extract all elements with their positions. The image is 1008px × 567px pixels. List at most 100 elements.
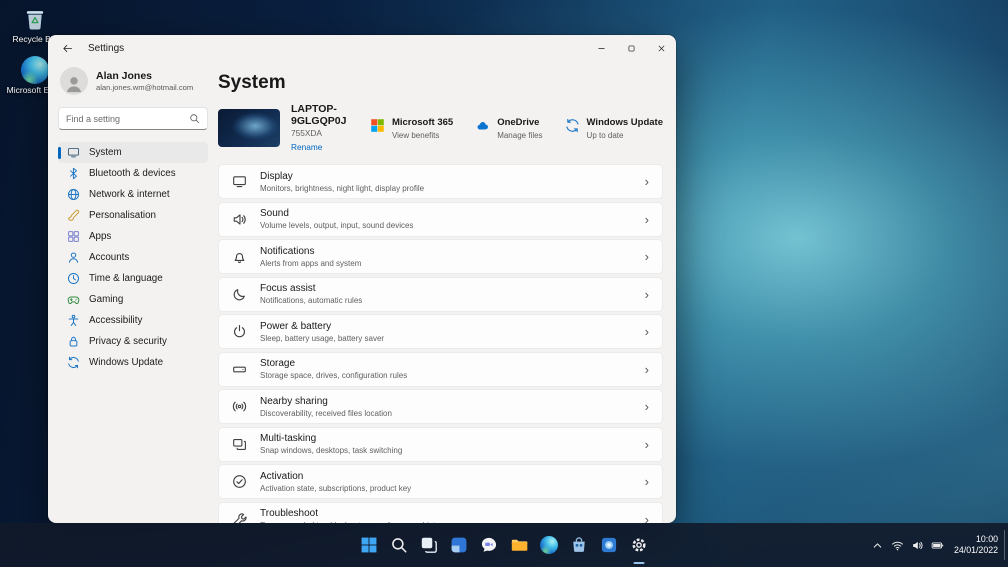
settings-row-title: Nearby sharing	[260, 396, 392, 407]
display-icon	[232, 174, 247, 189]
settings-nav: System Bluetooth & devicesNetwork & inter…	[58, 142, 208, 373]
accessibility-icon	[67, 314, 80, 327]
settings-row-subtitle: Discoverability, received files location	[260, 409, 392, 418]
user-name: Alan Jones	[96, 70, 193, 82]
page-title: System	[218, 73, 663, 92]
taskbar-file-explorer-button[interactable]	[505, 530, 533, 560]
privacy-icon	[67, 335, 80, 348]
apps-icon	[67, 230, 80, 243]
titlebar[interactable]: Settings	[48, 35, 676, 61]
taskbar-task-view-button[interactable]	[415, 530, 443, 560]
settings-row-focus-assist[interactable]: Focus assistNotifications, automatic rul…	[218, 277, 663, 312]
back-button[interactable]	[54, 37, 80, 59]
settings-row-title: Focus assist	[260, 283, 362, 294]
sidebar-item-system[interactable]: System	[58, 142, 208, 163]
taskbar-chat-button[interactable]	[475, 530, 503, 560]
chevron-right-icon: ›	[645, 250, 649, 263]
chevron-right-icon: ›	[645, 438, 649, 451]
gaming-icon	[67, 293, 80, 306]
system-tray[interactable]: 10:00 24/01/2022	[871, 523, 998, 567]
sidebar-item-label: Accounts	[89, 252, 129, 263]
settings-row-title: Troubleshoot	[260, 508, 446, 519]
chevron-up-icon[interactable]	[871, 539, 884, 552]
activation-icon	[232, 474, 247, 489]
taskbar-start-button[interactable]	[355, 530, 383, 560]
sidebar-item-gaming[interactable]: Gaming	[58, 289, 208, 310]
file-explorer-icon	[510, 536, 528, 554]
settings-row-title: Power & battery	[260, 321, 384, 332]
network-icon	[67, 188, 80, 201]
minimize-button[interactable]	[586, 35, 616, 61]
close-button[interactable]	[646, 35, 676, 61]
sidebar: Alan Jones alan.jones.wm@hotmail.com Sys…	[48, 61, 218, 523]
taskbar-search-button[interactable]	[385, 530, 413, 560]
storage-icon	[232, 362, 247, 377]
battery-icon[interactable]	[931, 539, 944, 552]
sidebar-item-label: Apps	[89, 231, 111, 242]
sidebar-item-accessibility[interactable]: Accessibility	[58, 310, 208, 331]
chevron-right-icon: ›	[645, 475, 649, 488]
settings-row-sound[interactable]: SoundVolume levels, output, input, sound…	[218, 202, 663, 237]
tray-date: 24/01/2022	[954, 545, 998, 556]
chevron-right-icon: ›	[645, 513, 649, 524]
power-icon	[232, 324, 247, 339]
device-model: 755XDA	[291, 128, 370, 138]
sidebar-item-bluetooth-devices[interactable]: Bluetooth & devices	[58, 163, 208, 184]
widgets-icon	[450, 536, 468, 554]
sidebar-item-windows-update[interactable]: Windows Update	[58, 352, 208, 373]
sidebar-item-label: System	[89, 147, 122, 158]
sidebar-item-network-internet[interactable]: Network & internet	[58, 184, 208, 205]
settings-row-title: Storage	[260, 358, 407, 369]
personalisation-icon	[67, 209, 80, 222]
tray-time: 10:00	[954, 534, 998, 545]
quick-link-subtitle: View benefits	[392, 131, 453, 140]
photos-icon	[600, 536, 618, 554]
taskbar-store-button[interactable]	[565, 530, 593, 560]
sidebar-item-apps[interactable]: Apps	[58, 226, 208, 247]
window-controls	[586, 35, 676, 61]
user-profile[interactable]: Alan Jones alan.jones.wm@hotmail.com	[58, 67, 208, 95]
taskbar-widgets-button[interactable]	[445, 530, 473, 560]
sidebar-item-label: Accessibility	[89, 315, 142, 326]
settings-window: Settings Alan Jones alan.jones.wm@hotmai…	[48, 35, 676, 523]
settings-row-storage[interactable]: StorageStorage space, drives, configurat…	[218, 352, 663, 387]
sidebar-item-time-language[interactable]: Time & language	[58, 268, 208, 289]
wifi-icon[interactable]	[891, 539, 904, 552]
settings-row-activation[interactable]: ActivationActivation state, subscription…	[218, 464, 663, 499]
settings-row-display[interactable]: DisplayMonitors, brightness, night light…	[218, 164, 663, 199]
notifications-icon	[232, 249, 247, 264]
volume-icon[interactable]	[911, 539, 924, 552]
tray-clock[interactable]: 10:00 24/01/2022	[954, 534, 998, 557]
sidebar-item-label: Time & language	[89, 273, 163, 284]
sidebar-item-accounts[interactable]: Accounts	[58, 247, 208, 268]
taskbar-settings-button[interactable]	[625, 530, 653, 560]
sidebar-item-privacy-security[interactable]: Privacy & security	[58, 331, 208, 352]
search-input[interactable]	[66, 114, 189, 124]
settings-row-notifications[interactable]: NotificationsAlerts from apps and system…	[218, 239, 663, 274]
taskbar-photos-button[interactable]	[595, 530, 623, 560]
show-desktop-button[interactable]	[1004, 530, 1008, 560]
settings-row-troubleshoot[interactable]: TroubleshootRecommended troubleshooters,…	[218, 502, 663, 524]
edge-icon	[540, 536, 558, 554]
sidebar-item-label: Privacy & security	[89, 336, 167, 347]
quick-link-microsoft-365[interactable]: Microsoft 365View benefits	[370, 117, 453, 140]
settings-row-subtitle: Volume levels, output, input, sound devi…	[260, 221, 413, 230]
quick-link-windows-update[interactable]: Windows UpdateUp to date	[565, 117, 663, 140]
taskbar-edge-button[interactable]	[535, 530, 563, 560]
settings-row-multi-tasking[interactable]: Multi-taskingSnap windows, desktops, tas…	[218, 427, 663, 462]
rename-link[interactable]: Rename	[291, 142, 370, 152]
store-icon	[570, 536, 588, 554]
device-name: LAPTOP-9GLGQP0J	[291, 103, 370, 127]
settings-row-subtitle: Sleep, battery usage, battery saver	[260, 334, 384, 343]
avatar	[60, 67, 88, 95]
chevron-right-icon: ›	[645, 325, 649, 338]
quick-link-onedrive[interactable]: OneDriveManage files	[475, 117, 542, 140]
taskbar-center	[355, 523, 653, 567]
search-icon	[189, 113, 200, 124]
maximize-button[interactable]	[616, 35, 646, 61]
settings-row-power-battery[interactable]: Power & battery Sleep, battery usage, bat…	[218, 314, 663, 349]
focus-icon	[232, 287, 247, 302]
sidebar-item-personalisation[interactable]: Personalisation	[58, 205, 208, 226]
window-title: Settings	[88, 43, 124, 54]
settings-row-nearby-sharing[interactable]: Nearby sharing Discoverability, received …	[218, 389, 663, 424]
